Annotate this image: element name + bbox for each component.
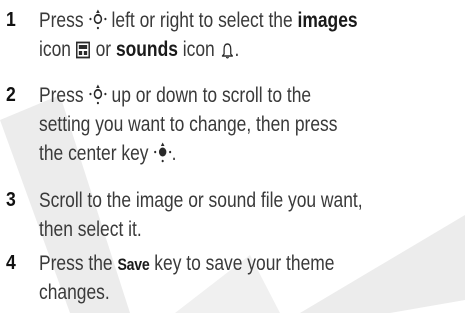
- text-fragment: Press the: [39, 252, 118, 275]
- step-number: 2: [6, 84, 16, 106]
- nav-key-icon: [88, 83, 107, 113]
- text-fragment: icon: [39, 38, 76, 61]
- text-fragment: .: [171, 142, 177, 165]
- step-line: then select it.: [39, 218, 142, 241]
- save-key-label: Save: [117, 255, 150, 274]
- text-fragment: left or right to select the: [106, 9, 298, 32]
- sounds-label: sounds: [115, 38, 178, 61]
- images-icon: [76, 38, 91, 67]
- text-fragment: up or down to scroll to the: [106, 84, 312, 107]
- step-line: Press left or right to select the images: [39, 6, 396, 35]
- step-line: Scroll to the image or sound file you wa…: [39, 189, 363, 212]
- step-line: icon or sounds icon .: [39, 35, 396, 64]
- step-text: Press the Save key to save your theme ch…: [39, 249, 396, 307]
- step-text: Scroll to the image or sound file you wa…: [39, 186, 396, 244]
- step-line: changes.: [39, 281, 110, 304]
- step-line: the center key .: [39, 139, 396, 168]
- step-line: Press up or down to scroll to the: [39, 81, 396, 110]
- text-fragment: key to save your theme: [149, 252, 335, 275]
- images-label: images: [297, 9, 358, 32]
- nav-key-icon: [88, 8, 107, 38]
- step-line: setting you want to change, then press: [39, 113, 338, 136]
- step-text: Press up or down to scroll to the settin…: [39, 81, 396, 168]
- text-fragment: Press: [39, 84, 89, 107]
- step-number: 3: [6, 189, 16, 211]
- step-line: Press the Save key to save your theme: [39, 249, 396, 278]
- center-key-icon: [153, 141, 172, 171]
- sounds-bell-icon: [220, 38, 235, 67]
- text-fragment: the center key: [39, 142, 154, 165]
- text-fragment: or: [90, 38, 116, 61]
- step-number: 1: [6, 9, 16, 31]
- text-fragment: Press: [39, 9, 89, 32]
- text-fragment: .: [234, 38, 240, 61]
- text-fragment: icon: [177, 38, 220, 61]
- step-number: 4: [6, 252, 16, 274]
- step-text: Press left or right to select the images…: [39, 6, 396, 64]
